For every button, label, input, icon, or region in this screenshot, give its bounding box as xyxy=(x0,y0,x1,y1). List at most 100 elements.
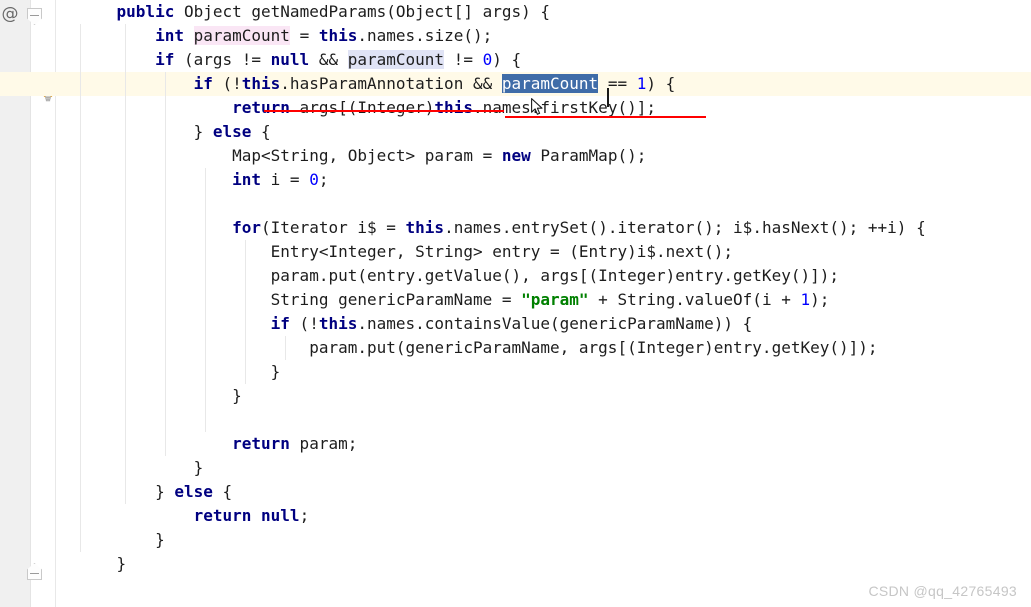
code-token: { xyxy=(251,122,271,141)
code-line[interactable]: for(Iterator i$ = this.names.entrySet().… xyxy=(56,216,1031,240)
code-line[interactable]: return param; xyxy=(56,432,1031,456)
code-line[interactable]: int i = 0; xyxy=(56,168,1031,192)
code-line[interactable] xyxy=(56,192,1031,216)
code-line[interactable]: } xyxy=(56,384,1031,408)
code-token: for xyxy=(232,218,262,237)
code-token: "param" xyxy=(521,290,589,309)
code-line-text: if (!this.names.containsValue(genericPar… xyxy=(78,314,753,333)
code-token: public xyxy=(116,2,175,21)
indent-guide-4 xyxy=(245,240,246,384)
fold-marker-shape-top xyxy=(27,8,42,25)
code-line[interactable]: Entry<Integer, String> entry = (Entry)i$… xyxy=(56,240,1031,264)
code-line[interactable]: String genericParamName = "param" + Stri… xyxy=(56,288,1031,312)
code-editor-window: @ public Object getNamedParams(Object[] … xyxy=(0,0,1031,607)
code-token: new xyxy=(501,146,531,165)
code-line-text: public Object getNamedParams(Object[] ar… xyxy=(78,2,550,21)
fold-region-collapse-top-icon[interactable] xyxy=(27,8,42,25)
code-line-text: } xyxy=(78,386,242,405)
code-token: .names.entrySet().iterator(); i$.hasNext… xyxy=(444,218,926,237)
code-token: ) { xyxy=(492,50,522,69)
fold-minus-bottom xyxy=(30,573,39,574)
code-line-text: Map<String, Object> param = new ParamMap… xyxy=(78,146,646,165)
code-token: .hasParamAnnotation && xyxy=(280,74,502,93)
error-underline-param-count-equals-one xyxy=(505,116,706,118)
code-token: return xyxy=(232,98,290,117)
indent-guide-0 xyxy=(80,24,81,552)
code-token: this xyxy=(405,218,445,237)
code-token: if xyxy=(155,50,175,69)
code-line[interactable]: } xyxy=(56,456,1031,480)
fold-marker-shape-bottom xyxy=(27,563,42,580)
code-token: .names.firstKey()]; xyxy=(472,98,656,117)
code-line[interactable]: if (!this.hasParamAnnotation && paramCou… xyxy=(0,72,1031,96)
code-line-text: if (args != null && paramCount != 0) { xyxy=(78,50,521,69)
code-line[interactable]: if (args != null && paramCount != 0) { xyxy=(56,48,1031,72)
code-line-text: return null; xyxy=(78,506,310,525)
code-token: != xyxy=(444,50,483,69)
code-token: this xyxy=(241,74,281,93)
code-token: else xyxy=(174,482,213,501)
code-token: if xyxy=(193,74,213,93)
code-token: ; xyxy=(318,170,329,189)
code-line-text: } xyxy=(78,554,127,573)
code-token: } xyxy=(155,530,165,549)
code-line[interactable]: } else { xyxy=(56,120,1031,144)
code-token: } xyxy=(193,458,204,477)
code-line[interactable]: Map<String, Object> param = new ParamMap… xyxy=(56,144,1031,168)
code-token: (! xyxy=(289,314,319,333)
fold-minus-top xyxy=(30,15,39,16)
code-token: else xyxy=(212,122,252,141)
error-underline-has-param-annotation xyxy=(264,110,504,112)
code-line-text: int i = 0; xyxy=(78,170,328,189)
code-token: i = xyxy=(261,170,310,189)
code-line[interactable] xyxy=(56,408,1031,432)
code-line-text: if (!this.hasParamAnnotation && paramCou… xyxy=(78,74,675,93)
code-line[interactable]: } xyxy=(56,552,1031,576)
code-token: this xyxy=(318,26,358,45)
code-token: args[(Integer) xyxy=(289,98,435,117)
code-token: } xyxy=(232,386,242,405)
code-token: && xyxy=(309,50,348,69)
code-token: Entry<Integer, String> entry = (Entry)i$… xyxy=(270,242,734,261)
code-line-text: int paramCount = this.names.size(); xyxy=(78,26,492,45)
code-line[interactable]: return null; xyxy=(56,504,1031,528)
code-line-text: } xyxy=(78,530,165,549)
code-line[interactable]: } else { xyxy=(56,480,1031,504)
code-line-text: } xyxy=(78,362,281,381)
code-line-text: param.put(entry.getValue(), args[(Intege… xyxy=(78,266,839,285)
text-caret xyxy=(607,88,609,107)
code-token: .names.containsValue(genericParamName)) … xyxy=(357,314,753,333)
code-line[interactable]: int paramCount = this.names.size(); xyxy=(56,24,1031,48)
code-token: (! xyxy=(212,74,242,93)
code-token: null xyxy=(270,50,310,69)
code-token: (args != xyxy=(174,50,271,69)
code-token: + String.valueOf(i + xyxy=(588,290,801,309)
code-token: int xyxy=(232,170,262,189)
fold-region-collapse-bottom-icon[interactable] xyxy=(27,563,42,580)
code-line[interactable]: } xyxy=(56,360,1031,384)
code-line[interactable]: public Object getNamedParams(Object[] ar… xyxy=(56,0,1031,24)
code-token: = xyxy=(289,26,319,45)
editor-surface[interactable]: public Object getNamedParams(Object[] ar… xyxy=(0,0,1031,607)
code-token: ); xyxy=(810,290,830,309)
selected-token: paramCount xyxy=(501,74,599,93)
code-token: param.put(entry.getValue(), args[(Intege… xyxy=(270,266,839,285)
at-annotation-icon[interactable]: @ xyxy=(1,4,19,24)
code-token: ) { xyxy=(646,74,676,93)
code-line[interactable]: if (!this.names.containsValue(genericPar… xyxy=(56,312,1031,336)
code-token: this xyxy=(318,314,358,333)
code-token: null xyxy=(261,506,300,525)
code-line[interactable]: param.put(entry.getValue(), args[(Intege… xyxy=(56,264,1031,288)
code-token: param; xyxy=(289,434,358,453)
code-line[interactable]: } xyxy=(56,528,1031,552)
indent-guide-1 xyxy=(125,24,126,504)
code-token: .names.size(); xyxy=(357,26,493,45)
code-lines[interactable]: public Object getNamedParams(Object[] ar… xyxy=(0,0,1031,576)
code-token: this xyxy=(434,98,473,117)
code-line[interactable]: param.put(genericParamName, args[(Intege… xyxy=(56,336,1031,360)
code-token: } xyxy=(155,482,175,501)
code-line-text: param.put(genericParamName, args[(Intege… xyxy=(78,338,877,357)
